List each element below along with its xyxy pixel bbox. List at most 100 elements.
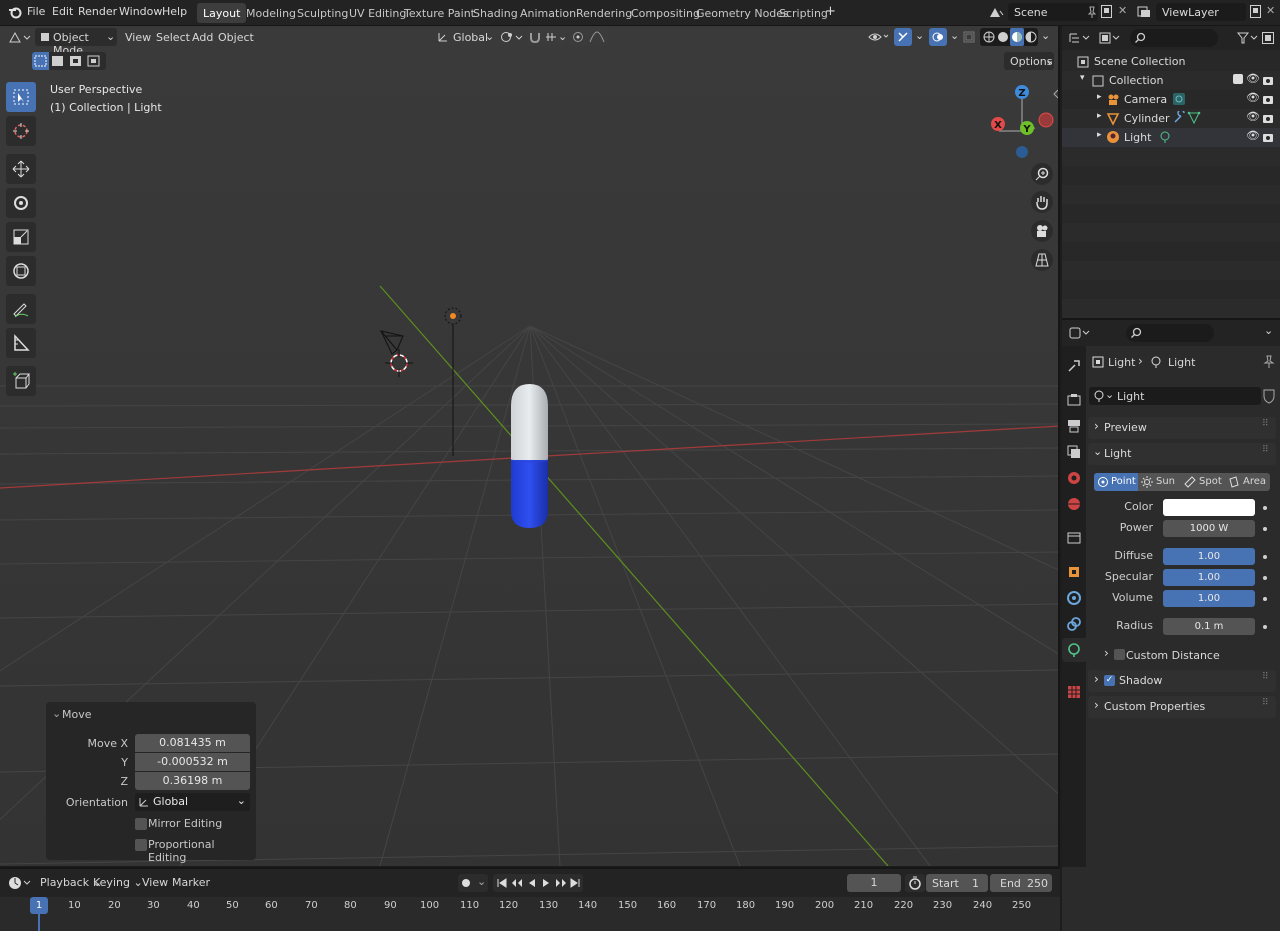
volume-slider[interactable]: 1.00	[1163, 590, 1255, 607]
scene-icon[interactable]	[988, 5, 1006, 19]
end-frame-field[interactable]: End 250	[990, 874, 1052, 892]
object-tab-icon[interactable]	[1066, 564, 1082, 580]
scale-tool[interactable]	[6, 222, 36, 252]
material-preview-button[interactable]	[1010, 28, 1024, 46]
overlays-toggle-button[interactable]	[929, 28, 947, 46]
rotate-tool[interactable]	[6, 188, 36, 218]
marker-menu[interactable]: Marker	[172, 876, 210, 889]
next-keyframe-icon[interactable]	[554, 877, 568, 889]
drag-handle-icon[interactable]: ⠿	[1262, 698, 1269, 708]
chevron-down-icon[interactable]: ⌄	[950, 29, 959, 42]
new-view-layer-icon[interactable]	[1249, 4, 1263, 20]
light-panel-header[interactable]: ⌄ Light ⠿	[1088, 443, 1276, 465]
tool-tab-icon[interactable]	[1066, 358, 1082, 374]
select-subtract-icon[interactable]	[69, 55, 82, 67]
chevron-down-icon[interactable]: ⌄	[1264, 324, 1273, 337]
new-collection-icon[interactable]	[1261, 31, 1275, 45]
magnet-icon[interactable]	[528, 30, 542, 44]
snap-increment-icon[interactable]	[544, 31, 558, 43]
render-tab-icon[interactable]	[1066, 392, 1082, 408]
perspective-toggle-button[interactable]	[1031, 249, 1053, 271]
timeline-view-menu[interactable]: View	[142, 876, 168, 889]
pan-button[interactable]	[1031, 191, 1053, 213]
move-y-field[interactable]: -0.000532 m	[135, 753, 250, 771]
gizmo-neg-z-axis[interactable]	[1016, 146, 1028, 158]
render-camera-icon[interactable]	[1262, 112, 1274, 124]
start-frame-field[interactable]: Start 1	[926, 874, 988, 892]
physics-tab-icon[interactable]	[1066, 590, 1082, 606]
blender-logo-icon[interactable]	[8, 5, 22, 19]
radius-field[interactable]: 0.1 m	[1163, 618, 1255, 635]
new-scene-icon[interactable]	[1100, 4, 1114, 20]
eye-icon[interactable]: 👁	[1246, 129, 1260, 142]
move-z-field[interactable]: 0.36198 m	[135, 772, 250, 790]
outliner-row-light[interactable]: ▸ Light 👁	[1062, 128, 1280, 147]
outliner-search-input[interactable]	[1130, 29, 1218, 47]
view-layer-tab-icon[interactable]	[1066, 444, 1082, 460]
chevron-down-icon[interactable]: ⌄	[915, 29, 924, 42]
specular-slider[interactable]: 1.00	[1163, 569, 1255, 586]
outliner-row-cylinder[interactable]: ▸ Cylinder 👁	[1062, 109, 1280, 128]
move-tool[interactable]	[6, 154, 36, 184]
navigation-gizmo[interactable]: Z X Y	[985, 81, 1055, 161]
keyframe-dot-icon[interactable]	[1263, 506, 1267, 510]
drag-handle-icon[interactable]: ⠿	[1262, 445, 1269, 455]
chevron-down-icon[interactable]: ⌄	[1041, 29, 1050, 42]
light-datablock-selector[interactable]: ⌄ Light	[1089, 387, 1261, 405]
eye-icon[interactable]: 👁	[1246, 110, 1260, 123]
orientation-dropdown[interactable]: Global ⌄	[135, 793, 250, 811]
auto-keying-button[interactable]: ⌄	[458, 874, 488, 892]
xray-icon[interactable]	[962, 30, 976, 44]
constraints-tab-icon[interactable]	[1066, 616, 1082, 632]
render-camera-icon[interactable]	[1262, 131, 1274, 143]
pin-icon[interactable]	[1263, 355, 1275, 369]
visibility-icon[interactable]	[867, 29, 891, 45]
menu-file[interactable]: File	[27, 5, 45, 18]
gizmo-toggle-button[interactable]	[894, 28, 912, 46]
properties-search-input[interactable]	[1126, 324, 1214, 342]
custom-properties-panel-header[interactable]: › Custom Properties ⠿	[1088, 696, 1276, 718]
custom-distance-checkbox[interactable]	[1114, 649, 1125, 660]
wireframe-shading-icon[interactable]	[983, 31, 995, 43]
timeline-editor-icon[interactable]	[8, 875, 32, 891]
keyframe-dot-icon[interactable]	[1263, 625, 1267, 629]
light-color-swatch[interactable]	[1163, 499, 1255, 516]
scene-selector[interactable]: Scene	[1008, 3, 1098, 21]
light-data-tab[interactable]	[1062, 638, 1086, 662]
rendered-shading-icon[interactable]	[1025, 31, 1037, 43]
light-data-icon[interactable]	[1158, 130, 1172, 144]
menu-help[interactable]: Help	[162, 5, 187, 18]
light-type-area-button[interactable]: Area	[1225, 473, 1270, 491]
properties-editor-icon[interactable]	[1068, 326, 1092, 340]
view-layer-icon[interactable]	[1136, 5, 1154, 19]
collection-tab-icon[interactable]	[1066, 530, 1082, 546]
frame-cursor[interactable]: 1	[30, 897, 48, 914]
select-extend-icon[interactable]	[51, 55, 64, 67]
add-cube-tool[interactable]	[6, 366, 36, 396]
drag-handle-icon[interactable]: ⠿	[1262, 672, 1269, 682]
proportional-editing-checkbox[interactable]	[135, 839, 147, 851]
viewport-menu-select[interactable]: Select	[156, 31, 190, 44]
tab-layout[interactable]: Layout	[197, 3, 247, 23]
outliner-row-camera[interactable]: ▸ Camera 👁	[1062, 90, 1280, 109]
chevron-down-icon[interactable]: ⌄	[52, 707, 61, 720]
filter-icon[interactable]	[1236, 31, 1260, 45]
light-type-point-button[interactable]: Point	[1094, 473, 1138, 491]
add-workspace-button[interactable]: +	[825, 4, 836, 19]
editor-type-icon[interactable]	[8, 30, 32, 44]
collapse-arrow-icon[interactable]: ▾	[1080, 73, 1085, 83]
keyframe-dot-icon[interactable]	[1263, 597, 1267, 601]
3d-viewport[interactable]: Object Mode ⌄ View Select Add Object Glo…	[0, 26, 1060, 866]
play-icon[interactable]	[540, 877, 552, 889]
keyframe-dot-icon[interactable]	[1263, 576, 1267, 580]
render-camera-icon[interactable]	[1262, 93, 1274, 105]
custom-distance-subpanel[interactable]: › Custom Distance	[1102, 645, 1270, 665]
view-layer-selector[interactable]: ViewLayer	[1156, 3, 1246, 21]
power-field[interactable]: 1000 W	[1163, 520, 1255, 537]
options-button[interactable]: Options ⌄	[1004, 52, 1054, 70]
viewport-menu-add[interactable]: Add	[192, 31, 213, 44]
falloff-curve-icon[interactable]	[589, 31, 605, 43]
eye-icon[interactable]: 👁	[1246, 91, 1260, 104]
proportional-editing-icon[interactable]	[572, 31, 584, 43]
keying-menu[interactable]: Keying ⌄	[93, 876, 143, 889]
